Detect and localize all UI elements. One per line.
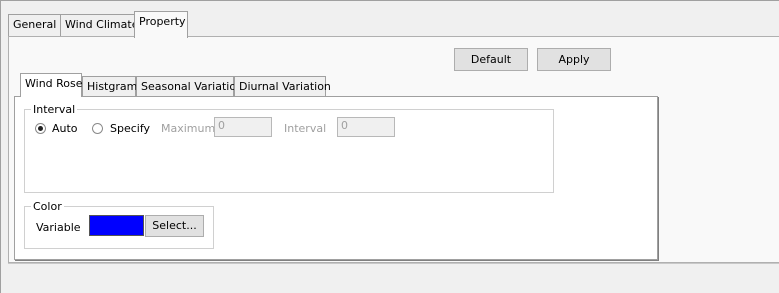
color-swatch (89, 215, 144, 236)
tab-general[interactable]: General (8, 14, 62, 36)
interval-legend: Interval (31, 103, 78, 116)
specify-radio[interactable] (92, 123, 103, 134)
subtab-diurnal-variation[interactable]: Diurnal Variation (234, 76, 331, 96)
maximum-field[interactable]: 0 (214, 117, 272, 137)
subtab-histgram[interactable]: Histgram (82, 76, 138, 96)
tab-property[interactable]: Property (134, 11, 188, 38)
window-frame-top (0, 0, 779, 1)
specify-radio-label[interactable]: Specify (110, 122, 150, 135)
subtab-wind-rose[interactable]: Wind Rose (20, 73, 83, 97)
bottom-strip (8, 263, 779, 293)
apply-button-label: Apply (558, 53, 590, 66)
tab-property-label: Property (139, 15, 186, 28)
interval-label: Interval (284, 122, 327, 135)
select-color-button[interactable]: Select... (145, 215, 204, 237)
tab-wind-climate[interactable]: Wind Climate (60, 14, 144, 36)
variable-label: Variable (36, 221, 81, 234)
maximum-label: Maximum (161, 122, 216, 135)
default-button-label: Default (470, 53, 512, 66)
subtab-histgram-label: Histgram (87, 80, 138, 93)
apply-button[interactable]: Apply (537, 48, 611, 71)
subtab-seasonal-variation[interactable]: Seasonal Variation (136, 76, 243, 96)
auto-radio[interactable] (35, 123, 46, 134)
subtab-diurnal-variation-label: Diurnal Variation (239, 80, 331, 93)
tab-wind-climate-label: Wind Climate (65, 18, 139, 31)
window-frame-left (0, 0, 1, 293)
interval-field[interactable]: 0 (337, 117, 395, 137)
tab-general-label: General (13, 18, 57, 31)
default-button[interactable]: Default (454, 48, 528, 71)
auto-radio-label[interactable]: Auto (52, 122, 78, 135)
subtab-wind-rose-label: Wind Rose (25, 77, 83, 90)
select-color-button-label: Select... (152, 219, 197, 232)
color-legend: Color (31, 200, 64, 213)
subtab-seasonal-variation-label: Seasonal Variation (141, 80, 244, 93)
